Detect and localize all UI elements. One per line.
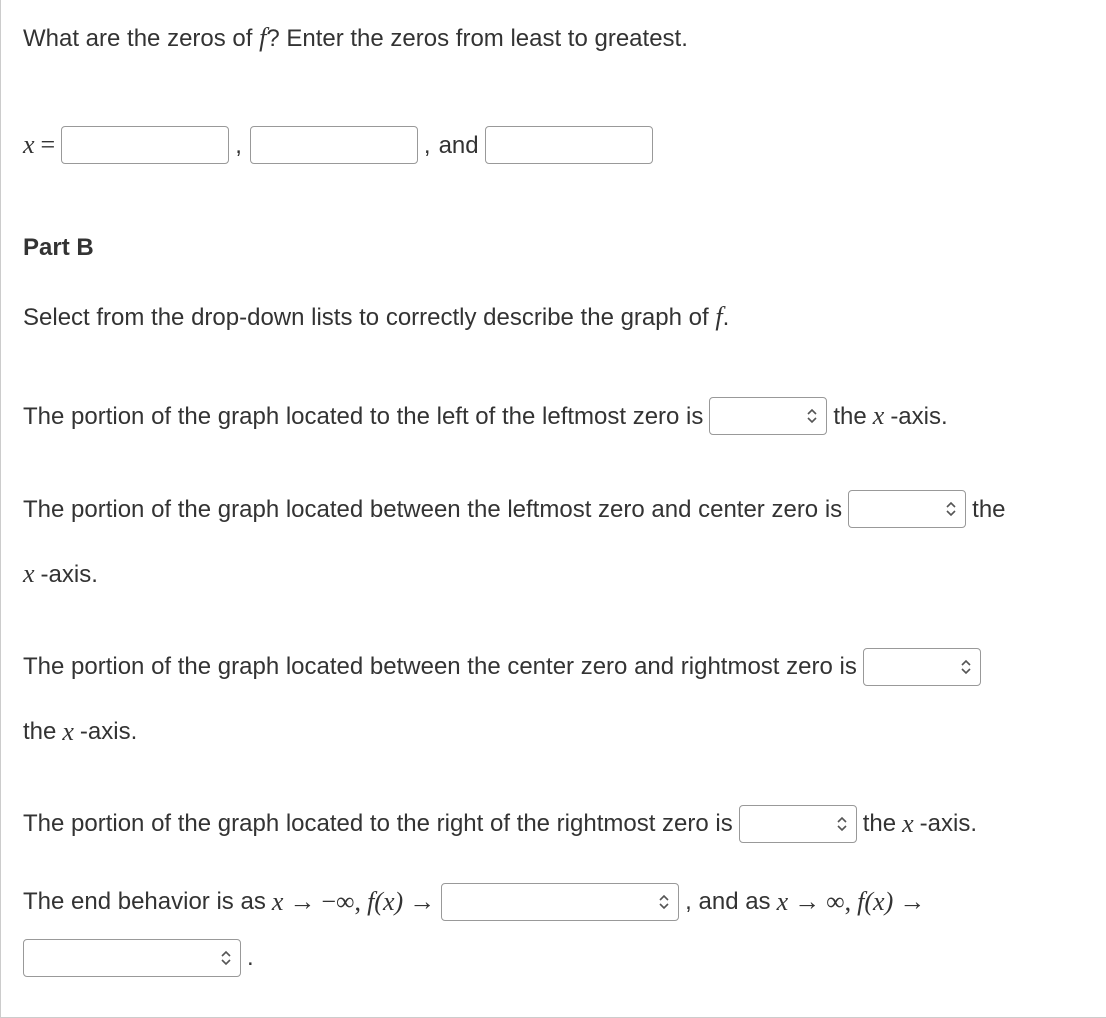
- prompt-text-b: ? Enter the zeros from least to greatest…: [266, 25, 688, 52]
- x-axis-x-1: x: [873, 398, 885, 434]
- dropdown-end-behavior-neg[interactable]: [441, 883, 679, 921]
- chevron-updown-icon: [658, 894, 670, 910]
- s4-text-b: the: [863, 807, 896, 841]
- instr-a: Select from the drop-down lists to corre…: [23, 304, 715, 331]
- chevron-updown-icon: [220, 950, 232, 966]
- end-arrow-2: →: [409, 884, 435, 920]
- part-b-heading: Part B: [23, 234, 1084, 262]
- f-symbol-2: f: [715, 302, 722, 331]
- s3-text-b: the: [23, 715, 56, 749]
- end-arrow-4: →: [899, 884, 925, 920]
- end-x2: x: [777, 884, 789, 920]
- question-prompt: What are the zeros of f? Enter the zeros…: [23, 20, 1084, 56]
- s1-text-d: -axis.: [890, 400, 947, 434]
- sentence-3: The portion of the graph located between…: [23, 648, 1084, 750]
- end-x1: x: [272, 884, 284, 920]
- dropdown-end-behavior-pos[interactable]: [23, 939, 241, 977]
- zeros-entry-row: x = , , and: [23, 126, 1084, 164]
- end-fx-1: f(x): [367, 884, 403, 920]
- instr-b: .: [723, 304, 730, 331]
- end-period: .: [247, 941, 254, 975]
- s4-text-d: -axis.: [920, 807, 977, 841]
- end-fx-2: f(x): [857, 884, 893, 920]
- x-axis-x-2: x: [23, 556, 35, 592]
- chevron-updown-icon: [960, 659, 972, 675]
- chevron-updown-icon: [806, 408, 818, 424]
- and-text: and: [439, 129, 479, 163]
- sentence-2: The portion of the graph located between…: [23, 490, 1084, 592]
- dropdown-rightmost-position[interactable]: [739, 805, 857, 843]
- s4-text-a: The portion of the graph located to the …: [23, 807, 733, 841]
- s2-text-d: -axis.: [41, 558, 98, 592]
- sentence-1: The portion of the graph located to the …: [23, 397, 1084, 435]
- prompt-text-a: What are the zeros of: [23, 25, 259, 52]
- sentence-4: The portion of the graph located to the …: [23, 805, 1084, 843]
- zero-input-1[interactable]: [61, 126, 229, 164]
- equals-symbol: =: [41, 127, 56, 163]
- end-arrow-3: →: [794, 884, 820, 920]
- s2-text-b: the: [972, 493, 1005, 527]
- s1-text-a: The portion of the graph located to the …: [23, 400, 703, 434]
- zero-input-2[interactable]: [250, 126, 418, 164]
- dropdown-left-center-position[interactable]: [848, 490, 966, 528]
- comma-2: ,: [424, 129, 431, 163]
- chevron-updown-icon: [836, 816, 848, 832]
- end-behavior-row: The end behavior is as x → −∞, f(x) → , …: [23, 883, 1084, 977]
- x-symbol: x: [23, 127, 35, 163]
- end-pos-inf: ∞,: [826, 884, 851, 920]
- end-comma-and: , and as: [685, 885, 770, 919]
- end-neg-inf: −∞,: [321, 884, 361, 920]
- end-arrow-1: →: [289, 884, 315, 920]
- s3-text-d: -axis.: [80, 715, 137, 749]
- dropdown-center-right-position[interactable]: [863, 648, 981, 686]
- x-axis-x-4: x: [902, 806, 914, 842]
- part-b-instruction: Select from the drop-down lists to corre…: [23, 302, 1084, 332]
- comma-1: ,: [235, 129, 242, 163]
- s1-text-b: the: [833, 400, 866, 434]
- dropdown-leftmost-position[interactable]: [709, 397, 827, 435]
- s3-text-a: The portion of the graph located between…: [23, 650, 857, 684]
- end-text-a: The end behavior is as: [23, 885, 266, 919]
- zero-input-3[interactable]: [485, 126, 653, 164]
- s2-text-a: The portion of the graph located between…: [23, 493, 842, 527]
- chevron-updown-icon: [945, 501, 957, 517]
- x-axis-x-3: x: [62, 714, 74, 750]
